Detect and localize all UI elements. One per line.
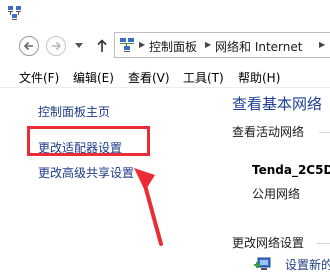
forward-arrow-icon xyxy=(52,41,62,51)
breadcrumb-network-internet[interactable]: 网络和 Internet xyxy=(215,38,302,55)
network-category-link[interactable]: 公用网络 xyxy=(252,185,300,202)
menu-help[interactable]: 帮助(H) xyxy=(238,69,280,86)
setup-new-connection-link[interactable]: 设置新的 xyxy=(285,256,330,272)
title-bar xyxy=(0,0,330,26)
network-name: Tenda_2C5D8 xyxy=(252,163,330,177)
forward-button[interactable] xyxy=(46,36,66,56)
menu-bar: 文件(F) 编辑(E) 查看(V) 工具(T) 帮助(H) xyxy=(0,64,330,88)
up-button[interactable] xyxy=(95,37,109,55)
section-divider xyxy=(317,243,330,244)
active-networks-heading: 查看活动网络 xyxy=(232,125,305,139)
dropdown-icon xyxy=(75,43,83,48)
breadcrumb-separator-icon: ▶ xyxy=(319,40,326,49)
breadcrumb-separator-icon: ▶ xyxy=(139,40,146,49)
navigation-row: ▶ 控制面板 ▶ 网络和 Internet ▶ xyxy=(0,28,330,62)
menu-view[interactable]: 查看(V) xyxy=(128,69,170,86)
breadcrumb-separator-icon: ▶ xyxy=(205,40,212,49)
menu-file[interactable]: 文件(F) xyxy=(19,69,59,86)
change-network-settings-heading: 更改网络设置 xyxy=(232,236,305,250)
section-divider xyxy=(319,132,330,133)
highlight-box xyxy=(27,126,150,156)
menu-edit[interactable]: 编辑(E) xyxy=(73,69,114,86)
main-content: 查看基本网络 查看活动网络 Tenda_2C5D8 公用网络 更改网络设置 设置… xyxy=(222,88,330,272)
breadcrumb-control-panel[interactable]: 控制面板 xyxy=(149,38,197,55)
page-title: 查看基本网络 xyxy=(232,95,323,113)
menu-tools[interactable]: 工具(T) xyxy=(183,69,224,86)
back-arrow-icon xyxy=(23,41,33,51)
address-bar[interactable]: ▶ 控制面板 ▶ 网络和 Internet ▶ xyxy=(114,32,330,58)
network-icon xyxy=(8,6,22,23)
back-button[interactable] xyxy=(19,36,39,56)
up-arrow-icon xyxy=(97,39,107,52)
new-connection-icon xyxy=(254,255,276,272)
control-panel-home-link[interactable]: 控制面板主页 xyxy=(38,103,110,120)
task-pane: 控制面板主页 更改适配器设置 更改高级共享设置 xyxy=(0,88,222,272)
recent-locations-button[interactable] xyxy=(73,38,85,54)
control-panel-icon xyxy=(119,37,135,56)
red-pointer-arrow xyxy=(134,168,163,246)
change-advanced-sharing-link[interactable]: 更改高级共享设置 xyxy=(38,164,134,181)
